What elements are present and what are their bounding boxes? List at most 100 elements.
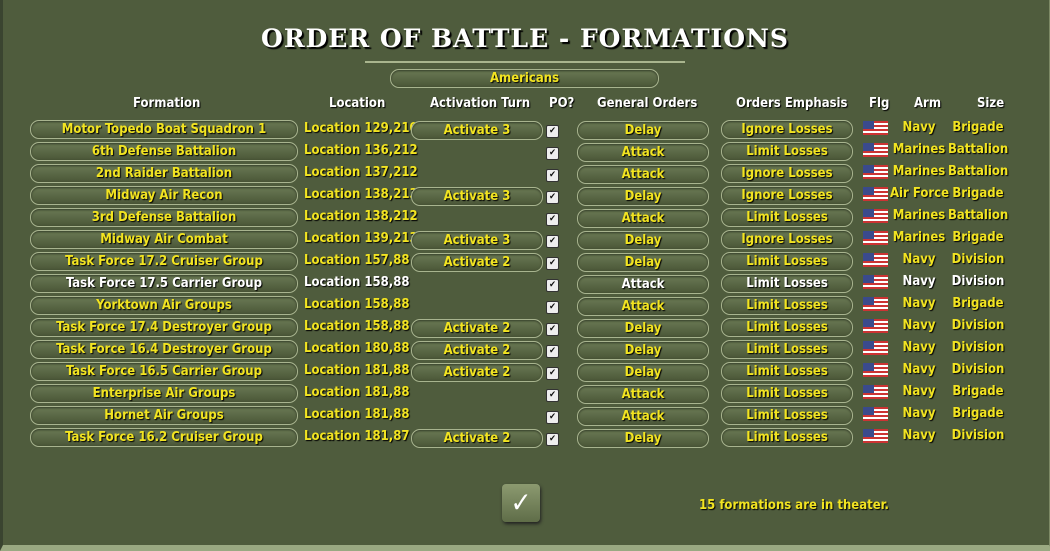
orders-emphasis-button[interactable]: Ignore Losses xyxy=(721,164,853,183)
us-flag-icon xyxy=(863,231,888,245)
formation-button[interactable]: Yorktown Air Groups xyxy=(30,296,298,315)
po-checkbox[interactable]: ✔ xyxy=(546,345,559,358)
ok-button[interactable]: ✓ xyxy=(502,484,540,522)
orders-emphasis-button[interactable]: Limit Losses xyxy=(721,274,853,293)
size-text: Brigade xyxy=(952,296,1004,311)
activation-button[interactable]: Activate 3 xyxy=(411,121,543,140)
activation-button[interactable]: Activate 3 xyxy=(411,187,543,206)
po-checkbox[interactable]: ✔ xyxy=(546,191,559,204)
general-orders-button[interactable]: Attack xyxy=(577,407,709,426)
size-text: Battalion xyxy=(948,208,1009,223)
formation-button[interactable]: 6th Defense Battalion xyxy=(30,142,298,161)
orders-emphasis-button[interactable]: Limit Losses xyxy=(721,208,853,227)
general-orders-button[interactable]: Attack xyxy=(577,275,709,294)
orders-emphasis-button[interactable]: Ignore Losses xyxy=(721,230,853,249)
orders-emphasis-button[interactable]: Limit Losses xyxy=(721,340,853,359)
orders-emphasis-button[interactable]: Ignore Losses xyxy=(721,120,853,139)
orders-emphasis-button[interactable]: Limit Losses xyxy=(721,296,853,315)
po-checkbox[interactable]: ✔ xyxy=(546,367,559,380)
general-orders-button[interactable]: Attack xyxy=(577,165,709,184)
general-orders-button[interactable]: Delay xyxy=(577,121,709,140)
orders-emphasis-button[interactable]: Limit Losses xyxy=(721,384,853,403)
po-checkbox[interactable]: ✔ xyxy=(546,279,559,292)
arm-text: Navy xyxy=(902,318,936,333)
formation-button[interactable]: Midway Air Combat xyxy=(30,230,298,249)
activation-button[interactable]: Activate 2 xyxy=(411,363,543,382)
status-text: 15 formations are in theater. xyxy=(699,498,890,513)
size-text: Division xyxy=(951,274,1005,289)
location-text: Location 158,88 xyxy=(304,319,410,334)
po-checkbox[interactable]: ✔ xyxy=(546,147,559,160)
header-size: Size xyxy=(977,96,1005,111)
size-text: Division xyxy=(951,252,1005,267)
po-checkbox[interactable]: ✔ xyxy=(546,323,559,336)
po-checkbox[interactable]: ✔ xyxy=(546,411,559,424)
formation-button[interactable]: Task Force 16.4 Destroyer Group xyxy=(30,340,298,359)
general-orders-button[interactable]: Delay xyxy=(577,363,709,382)
location-text: Location 181,87 xyxy=(304,429,410,444)
us-flag-icon xyxy=(863,165,888,179)
general-orders-button[interactable]: Delay xyxy=(577,231,709,250)
activation-button[interactable]: Activate 2 xyxy=(411,253,543,272)
formation-button[interactable]: Task Force 16.2 Cruiser Group xyxy=(30,428,298,447)
formation-button[interactable]: 2nd Raider Battalion xyxy=(30,164,298,183)
po-checkbox[interactable]: ✔ xyxy=(546,257,559,270)
orders-emphasis-button[interactable]: Limit Losses xyxy=(721,252,853,271)
formation-button[interactable]: Hornet Air Groups xyxy=(30,406,298,425)
arm-text: Navy xyxy=(902,362,936,377)
formation-button[interactable]: Midway Air Recon xyxy=(30,186,298,205)
po-checkbox[interactable]: ✔ xyxy=(546,169,559,182)
formation-button[interactable]: Enterprise Air Groups xyxy=(30,384,298,403)
activation-button[interactable]: Activate 3 xyxy=(411,231,543,250)
general-orders-button[interactable]: Delay xyxy=(577,187,709,206)
location-text: Location 158,88 xyxy=(304,297,410,312)
po-checkbox[interactable]: ✔ xyxy=(546,389,559,402)
general-orders-button[interactable]: Attack xyxy=(577,143,709,162)
header-activation: Activation Turn xyxy=(430,96,531,111)
size-text: Division xyxy=(951,318,1005,333)
general-orders-button[interactable]: Delay xyxy=(577,319,709,338)
location-text: Location 138,212 xyxy=(304,209,418,224)
us-flag-icon xyxy=(863,429,888,443)
us-flag-icon xyxy=(863,385,888,399)
general-orders-button[interactable]: Delay xyxy=(577,429,709,448)
general-orders-button[interactable]: Attack xyxy=(577,385,709,404)
orders-emphasis-button[interactable]: Limit Losses xyxy=(721,428,853,447)
orders-emphasis-button[interactable]: Limit Losses xyxy=(721,318,853,337)
po-checkbox[interactable]: ✔ xyxy=(546,125,559,138)
location-text: Location 136,212 xyxy=(304,143,418,158)
formation-button[interactable]: Task Force 17.4 Destroyer Group xyxy=(30,318,298,337)
side-selector-button[interactable]: Americans xyxy=(390,69,659,88)
arm-text: Marines xyxy=(892,208,946,223)
size-text: Division xyxy=(951,340,1005,355)
orders-emphasis-button[interactable]: Ignore Losses xyxy=(721,186,853,205)
arm-text: Marines xyxy=(892,164,946,179)
arm-text: Navy xyxy=(902,406,936,421)
header-general-orders: General Orders xyxy=(597,96,698,111)
header-flag: Flg xyxy=(869,96,890,111)
activation-button[interactable]: Activate 2 xyxy=(411,429,543,448)
activation-button[interactable]: Activate 2 xyxy=(411,319,543,338)
formation-button[interactable]: Task Force 16.5 Carrier Group xyxy=(30,362,298,381)
size-text: Battalion xyxy=(948,142,1009,157)
po-checkbox[interactable]: ✔ xyxy=(546,235,559,248)
po-checkbox[interactable]: ✔ xyxy=(546,301,559,314)
general-orders-button[interactable]: Attack xyxy=(577,297,709,316)
formation-button[interactable]: 3rd Defense Battalion xyxy=(30,208,298,227)
activation-button[interactable]: Activate 2 xyxy=(411,341,543,360)
general-orders-button[interactable]: Delay xyxy=(577,253,709,272)
arm-text: Navy xyxy=(902,252,936,267)
orders-emphasis-button[interactable]: Limit Losses xyxy=(721,142,853,161)
orders-emphasis-button[interactable]: Limit Losses xyxy=(721,406,853,425)
formation-button[interactable]: Motor Topedo Boat Squadron 1 xyxy=(30,120,298,139)
orders-emphasis-button[interactable]: Limit Losses xyxy=(721,362,853,381)
general-orders-button[interactable]: Delay xyxy=(577,341,709,360)
general-orders-button[interactable]: Attack xyxy=(577,209,709,228)
formation-button[interactable]: Task Force 17.2 Cruiser Group xyxy=(30,252,298,271)
us-flag-icon xyxy=(863,143,888,157)
po-checkbox[interactable]: ✔ xyxy=(546,433,559,446)
location-text: Location 181,88 xyxy=(304,363,410,378)
po-checkbox[interactable]: ✔ xyxy=(546,213,559,226)
formation-button[interactable]: Task Force 17.5 Carrier Group xyxy=(30,274,298,293)
us-flag-icon xyxy=(863,319,888,333)
